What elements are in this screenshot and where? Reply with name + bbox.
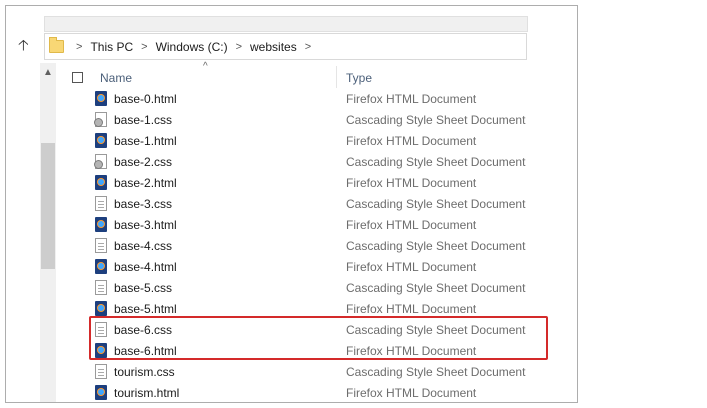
file-row[interactable]: base-2.css Cascading Style Sheet Document xyxy=(6,151,577,172)
html-file-icon xyxy=(95,175,107,190)
file-type: Cascading Style Sheet Document xyxy=(346,365,526,379)
file-row[interactable]: base-3.css Cascading Style Sheet Document xyxy=(6,193,577,214)
file-type: Cascading Style Sheet Document xyxy=(346,197,526,211)
file-row[interactable]: tourism.css Cascading Style Sheet Documen… xyxy=(6,361,577,382)
file-name[interactable]: base-4.css xyxy=(114,239,172,253)
toolbar-strip xyxy=(44,16,528,32)
css-file-icon xyxy=(95,280,107,295)
file-name[interactable]: base-5.html xyxy=(114,302,177,316)
file-name[interactable]: base-1.css xyxy=(114,113,172,127)
breadcrumb-windows-c[interactable]: Windows (C:) xyxy=(156,40,228,54)
file-row[interactable]: base-2.html Firefox HTML Document xyxy=(6,172,577,193)
column-name-header[interactable]: Name xyxy=(100,71,132,85)
html-file-icon xyxy=(95,385,107,400)
scroll-up-icon[interactable]: ▲ xyxy=(43,67,53,78)
file-type: Firefox HTML Document xyxy=(346,134,477,148)
file-row[interactable]: tourism.html Firefox HTML Document xyxy=(6,382,577,402)
file-name[interactable]: base-5.css xyxy=(114,281,172,295)
file-row[interactable]: base-4.css Cascading Style Sheet Document xyxy=(6,235,577,256)
file-type: Firefox HTML Document xyxy=(346,302,477,316)
file-name[interactable]: base-3.html xyxy=(114,218,177,232)
file-row[interactable]: base-4.html Firefox HTML Document xyxy=(6,256,577,277)
file-row[interactable]: base-1.html Firefox HTML Document xyxy=(6,130,577,151)
sort-ascending-icon: ^ xyxy=(203,61,208,72)
file-type: Cascading Style Sheet Document xyxy=(346,281,526,295)
file-type: Cascading Style Sheet Document xyxy=(346,239,526,253)
file-type: Firefox HTML Document xyxy=(346,260,477,274)
html-file-icon xyxy=(95,217,107,232)
file-row[interactable]: base-3.html Firefox HTML Document xyxy=(6,214,577,235)
gear-file-icon xyxy=(94,154,107,169)
html-file-icon xyxy=(95,301,107,316)
file-name[interactable]: tourism.css xyxy=(114,365,175,379)
file-name[interactable]: base-3.css xyxy=(114,197,172,211)
css-file-icon xyxy=(95,364,107,379)
file-type: Firefox HTML Document xyxy=(346,92,477,106)
html-file-icon xyxy=(95,91,107,106)
breadcrumb-websites[interactable]: websites xyxy=(250,40,297,54)
file-name[interactable]: base-4.html xyxy=(114,260,177,274)
file-name[interactable]: base-1.html xyxy=(114,134,177,148)
file-type: Firefox HTML Document xyxy=(346,386,477,400)
gear-file-icon xyxy=(94,112,107,127)
html-file-icon xyxy=(95,133,107,148)
column-divider[interactable] xyxy=(336,66,337,88)
column-header: Name ^ Type xyxy=(66,61,577,91)
file-name[interactable]: tourism.html xyxy=(114,386,179,400)
file-type: Cascading Style Sheet Document xyxy=(346,155,526,169)
html-file-icon xyxy=(95,259,107,274)
chevron-right-icon[interactable]: > xyxy=(141,41,147,53)
file-row[interactable]: base-1.css Cascading Style Sheet Document xyxy=(6,109,577,130)
highlight-annotation-box xyxy=(89,316,548,360)
file-type: Firefox HTML Document xyxy=(346,218,477,232)
file-name[interactable]: base-0.html xyxy=(114,92,177,106)
chevron-right-icon[interactable]: > xyxy=(236,41,242,53)
file-type: Firefox HTML Document xyxy=(346,176,477,190)
select-all-checkbox[interactable] xyxy=(72,72,83,83)
file-row[interactable]: base-5.css Cascading Style Sheet Document xyxy=(6,277,577,298)
breadcrumb-this-pc[interactable]: This PC xyxy=(90,40,133,54)
address-bar[interactable]: > This PC > Windows (C:) > websites > xyxy=(44,33,527,60)
chevron-right-icon[interactable]: > xyxy=(76,41,82,53)
css-file-icon xyxy=(95,238,107,253)
column-type-header[interactable]: Type xyxy=(346,71,372,85)
css-file-icon xyxy=(95,196,107,211)
file-type: Cascading Style Sheet Document xyxy=(346,113,526,127)
explorer-window: 🡡 > This PC > Windows (C:) > websites > … xyxy=(5,5,578,403)
file-row[interactable]: base-0.html Firefox HTML Document xyxy=(6,88,577,109)
folder-icon xyxy=(49,37,64,53)
file-name[interactable]: base-2.html xyxy=(114,176,177,190)
chevron-right-icon[interactable]: > xyxy=(305,41,311,53)
file-name[interactable]: base-2.css xyxy=(114,155,172,169)
up-arrow-icon[interactable]: 🡡 xyxy=(18,35,29,60)
